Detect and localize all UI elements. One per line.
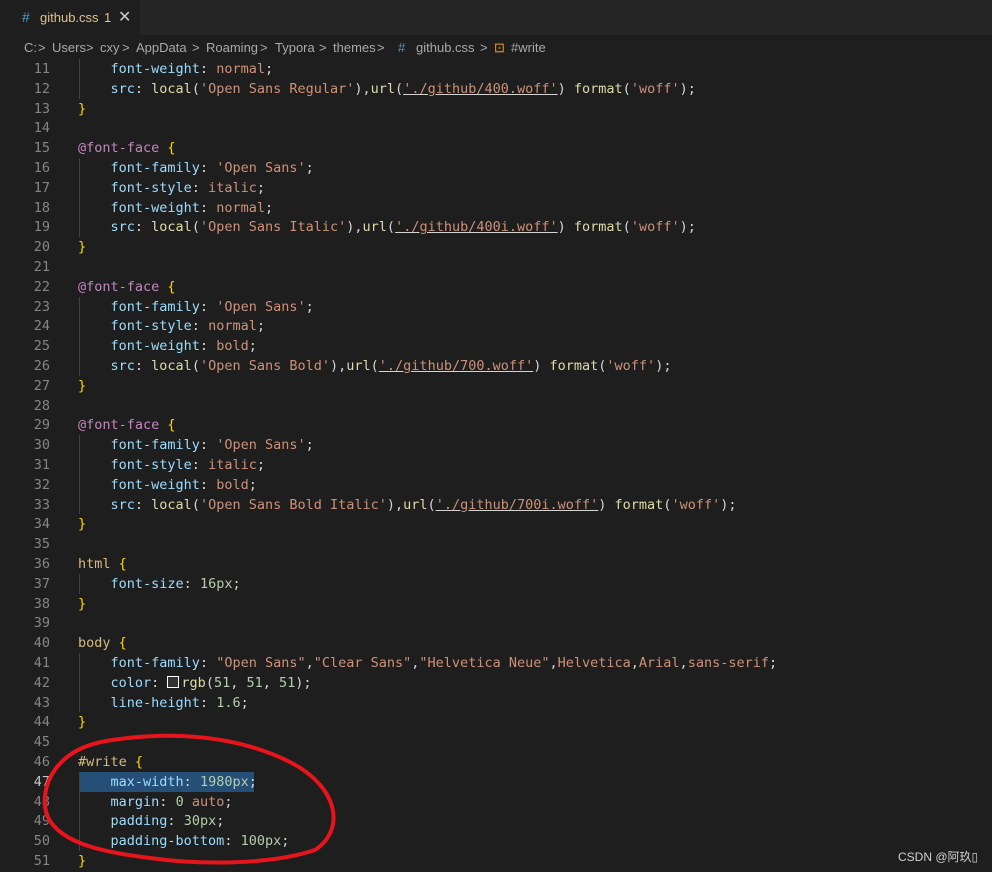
red-annotation-circle	[42, 733, 336, 865]
